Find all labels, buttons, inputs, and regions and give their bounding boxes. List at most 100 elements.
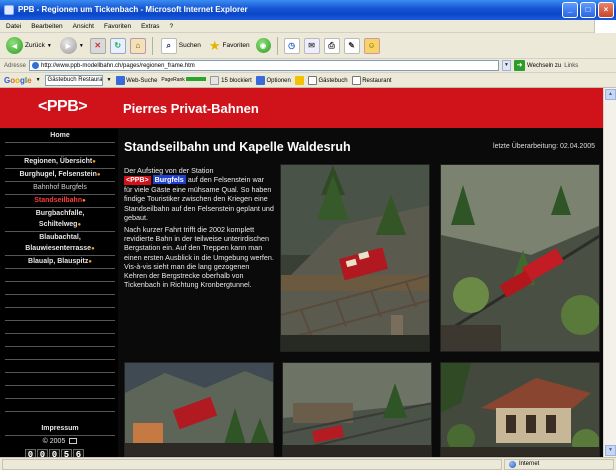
mail-icon[interactable]: ✉	[303, 37, 320, 54]
scroll-down-icon[interactable]: ▼	[605, 445, 616, 456]
nav-spacer	[5, 321, 115, 334]
nav-spacer	[5, 399, 115, 412]
media-icon[interactable]: ◉	[255, 38, 271, 53]
address-dropdown-icon[interactable]: ▼	[502, 60, 512, 71]
photo-mountain-station-image	[283, 363, 431, 456]
photo-mountain-station[interactable]	[282, 362, 432, 457]
close-button[interactable]: ×	[598, 2, 614, 18]
guestbook-search-button[interactable]: Gästebuch	[307, 75, 348, 85]
title-bar: PPB - Regionen um Tickenbach - Microsoft…	[0, 0, 616, 20]
status-message	[2, 458, 502, 470]
menu-ansicht[interactable]: Ansicht	[73, 23, 94, 30]
google-search-input[interactable]: Gästebuch Restaurant	[44, 74, 103, 86]
restaurant-search-button[interactable]: Restaurant	[351, 75, 392, 85]
photo-chapel-waldesruh[interactable]	[440, 362, 600, 457]
history-icon[interactable]: ◷	[283, 37, 300, 54]
address-bar: Adresse http://www.ppb-modellbahn.ch/pag…	[0, 59, 616, 73]
pagerank-indicator: PageRank	[161, 77, 207, 83]
web-search-icon	[115, 75, 125, 85]
photo-valley-station-image	[125, 363, 273, 456]
photo-chapel-waldesruh-image	[441, 363, 599, 456]
email-icon[interactable]	[69, 438, 78, 445]
nav-blaualp[interactable]: Blaualp, Blauspitz●	[5, 256, 115, 269]
options-icon	[255, 75, 265, 85]
burgfels-link[interactable]: Burgfels	[152, 175, 186, 185]
nav-spacer	[5, 386, 115, 399]
photo-funicular-hillside-image	[441, 165, 599, 351]
print-icon[interactable]: ⎙	[323, 37, 340, 54]
menu-datei[interactable]: Datei	[6, 23, 21, 30]
photo-valley-station[interactable]	[124, 362, 274, 457]
edit-icon[interactable]: ✎	[343, 37, 360, 54]
paragraph-1: Der Aufstieg von der Station <PPB> Burgf…	[124, 166, 274, 222]
go-button[interactable]: ➜ Wechseln zu	[514, 60, 561, 71]
nav-burghugel[interactable]: Burghugel, Felsenstein●	[5, 169, 115, 182]
photo-funicular-bridge[interactable]	[280, 164, 430, 352]
nav-spacer	[5, 360, 115, 373]
links-button[interactable]: Links	[564, 63, 578, 69]
search-term-icon	[307, 75, 317, 85]
toolbar-separator	[151, 36, 153, 55]
nav-spacer	[5, 143, 115, 156]
google-toolbar: Google ▼ Gästebuch Restaurant ▼ Web-Such…	[0, 73, 616, 88]
forward-button[interactable]: ► ▼	[58, 36, 86, 56]
counter-digit: 0	[49, 449, 60, 457]
nav-spacer	[5, 269, 115, 282]
stop-icon[interactable]: ✕	[89, 37, 106, 54]
maximize-button[interactable]: □	[580, 2, 596, 18]
counter-digit: 0	[37, 449, 48, 457]
ppb-logo[interactable]: <PPB>	[38, 98, 88, 116]
page-viewport: <PPB> Pierres Privat-Bahnen Home Regione…	[0, 88, 603, 457]
nav-spacer	[5, 295, 115, 308]
favorites-button[interactable]: ★ Favoriten	[207, 36, 252, 56]
ie-icon	[4, 5, 14, 15]
window-title: PPB - Regionen um Tickenbach - Microsoft…	[18, 5, 248, 14]
nav-standseilbahn[interactable]: Standseilbahn●	[5, 195, 115, 208]
menu-bearbeiten[interactable]: Bearbeiten	[31, 23, 62, 30]
visitor-counter: 0 0 0 5 6	[25, 449, 84, 457]
forward-arrow-icon: ►	[59, 37, 77, 54]
nav-bahnhof-burgfels[interactable]: Bahnhof Burgfels	[5, 182, 115, 195]
counter-digit: 6	[73, 449, 84, 457]
search-button[interactable]: ⌕ Suchen	[159, 36, 203, 56]
toolbar: ◄ Zurück ▼ ► ▼ ✕ ↻ ⌂ ⌕ Suchen ★ Favorite…	[0, 33, 616, 59]
main-content: Standseilbahn und Kapelle Waldesruh letz…	[118, 128, 603, 457]
windows-logo	[594, 20, 616, 33]
menu-bar: Datei Bearbeiten Ansicht Favoriten Extra…	[0, 20, 616, 33]
paragraph-2: Nach kurzer Fahrt trifft die 2002 komple…	[124, 225, 274, 290]
google-logo[interactable]: Google	[4, 76, 32, 85]
minimize-button[interactable]: _	[562, 2, 578, 18]
nav-spacer	[5, 347, 115, 360]
nav-spacer	[5, 282, 115, 295]
refresh-icon[interactable]: ↻	[109, 37, 126, 54]
nav-home[interactable]: Home	[5, 130, 115, 143]
address-input[interactable]: http://www.ppb-modellbahn.ch/pages/regio…	[29, 60, 500, 71]
web-search-button[interactable]: Web-Suche	[115, 75, 157, 85]
messenger-icon[interactable]: ☺	[363, 37, 380, 54]
security-zone: Internet	[504, 458, 614, 470]
home-icon[interactable]: ⌂	[129, 37, 146, 54]
nav-spacer	[5, 308, 115, 321]
search-term-icon	[351, 75, 361, 85]
menu-extras[interactable]: Extras	[141, 23, 159, 30]
photo-funicular-hillside[interactable]	[440, 164, 600, 352]
article-text: Der Aufstieg von der Station <PPB> Burgf…	[124, 166, 274, 292]
options-button[interactable]: Optionen	[255, 75, 291, 85]
nav-schiltelweg[interactable]: Schiltelweg●	[5, 219, 115, 232]
nav-regionen[interactable]: Regionen, Übersicht●	[5, 156, 115, 169]
menu-help[interactable]: ?	[170, 23, 174, 30]
back-button[interactable]: ◄ Zurück ▼	[4, 36, 54, 56]
popup-blocker[interactable]: 15 blockiert	[210, 75, 252, 85]
globe-icon	[509, 460, 516, 468]
search-icon: ⌕	[160, 37, 177, 54]
menu-favoriten[interactable]: Favoriten	[104, 23, 131, 30]
scroll-up-icon[interactable]: ▲	[605, 89, 616, 100]
back-arrow-icon: ◄	[6, 37, 23, 54]
address-label: Adresse	[4, 62, 27, 69]
vertical-scrollbar[interactable]: ▲ ▼	[603, 88, 616, 457]
highlighter-icon[interactable]	[294, 75, 304, 85]
counter-digit: 0	[25, 449, 36, 457]
nav-impressum[interactable]: Impressum	[5, 423, 115, 436]
nav-blauwiesenterrasse[interactable]: Blauwiesenterrasse●	[5, 243, 115, 256]
popup-blocker-icon	[210, 75, 220, 85]
